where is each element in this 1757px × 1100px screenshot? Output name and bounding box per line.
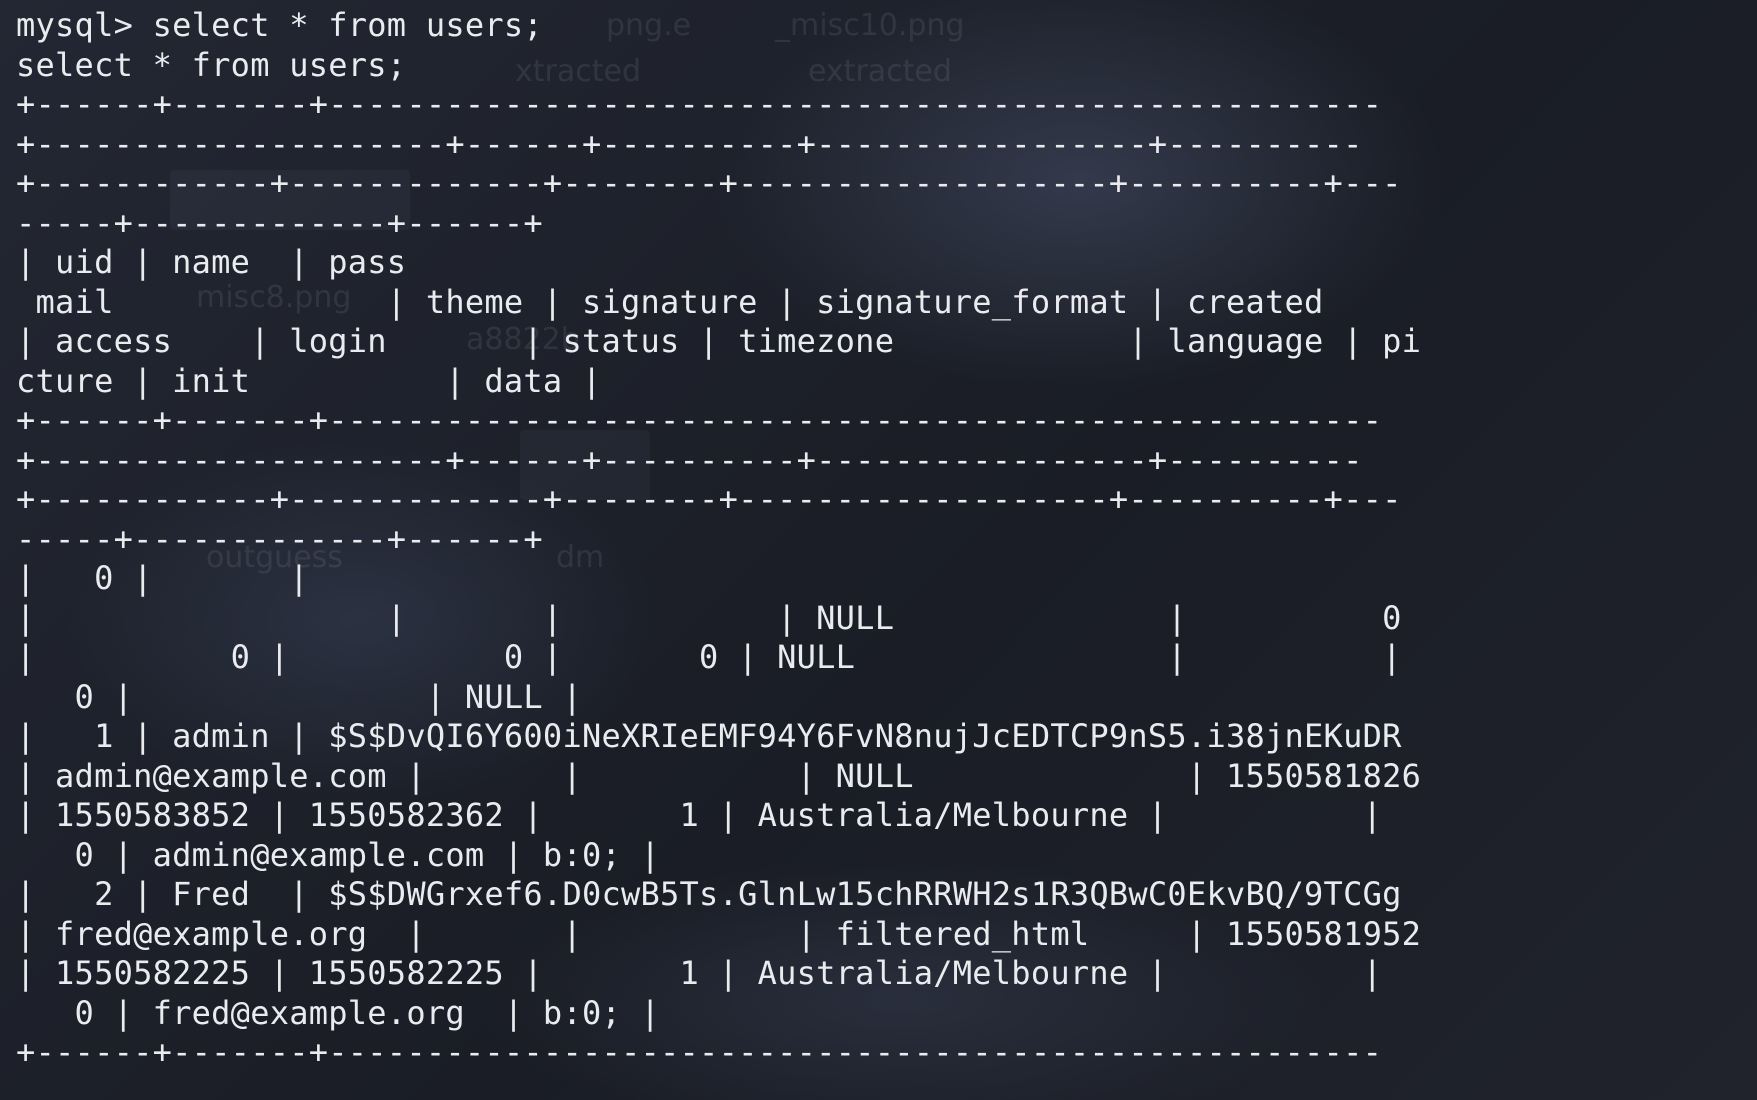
table-header: mail | theme | signature | signature_for…: [16, 282, 1324, 321]
table-border: +------+-------+------------------------…: [16, 401, 1383, 439]
table-border: -----+-------------+------+: [16, 203, 543, 242]
table-row: | 2 | Fred | $S$DWGrxef6.D0cwB5Ts.GlnLw1…: [16, 875, 1402, 913]
table-border: -----+-------------+------+: [16, 519, 543, 558]
table-row: 0 | admin@example.com | b:0; |: [16, 835, 661, 874]
table-row: | 1550582225 | 1550582225 | 1 | Australi…: [16, 954, 1383, 992]
table-row: | fred@example.org | | | filtered_html |…: [16, 914, 1422, 953]
table-border: +---------------------+------+----------…: [16, 440, 1363, 479]
table-border: +------+-------+------------------------…: [16, 1033, 1383, 1071]
command-echo: select * from users;: [16, 45, 407, 84]
terminal-output[interactable]: mysql> select * from users; select * from…: [16, 6, 1421, 1073]
table-border: +------+-------+------------------------…: [16, 85, 1383, 123]
table-row: 0 | fred@example.org | b:0; |: [16, 993, 661, 1032]
table-row: | 1550583852 | 1550582362 | 1 | Australi…: [16, 796, 1383, 834]
table-row: | | | | NULL | 0: [16, 598, 1402, 637]
table-row: 0 | | NULL |: [16, 677, 582, 716]
terminal-window[interactable]: png.e _misc10.png xtracted extracted mis…: [0, 0, 1757, 1100]
table-border: +---------------------+------+----------…: [16, 124, 1363, 163]
table-border: +------------+-------------+--------+---…: [16, 164, 1402, 202]
table-row: | 1 | admin | $S$DvQI6Y600iNeXRIeEMF94Y6…: [16, 717, 1402, 755]
table-row: | 0 | |: [16, 559, 309, 597]
table-row: | admin@example.com | | | NULL | 1550581…: [16, 756, 1422, 795]
mysql-prompt: mysql>: [16, 6, 153, 44]
table-header: cture | init | data |: [16, 361, 602, 400]
command-line: mysql> select * from users;: [16, 6, 1421, 46]
table-row: | 0 | 0 | 0 | NULL | |: [16, 638, 1402, 676]
command-text: select * from users;: [152, 6, 543, 44]
table-header: | access | login | status | timezone | l…: [16, 322, 1422, 360]
table-header: | uid | name | pass: [16, 243, 407, 281]
table-border: +------------+-------------+--------+---…: [16, 480, 1402, 518]
